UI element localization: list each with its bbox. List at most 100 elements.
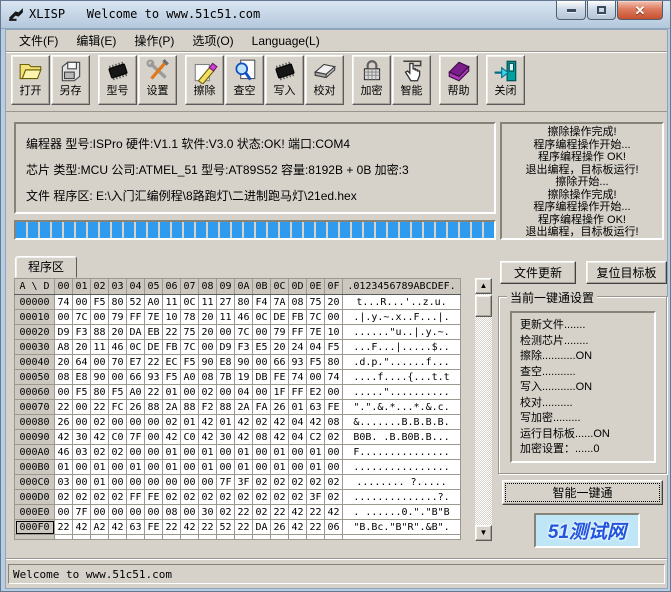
hex-cell[interactable]: 08 <box>199 370 217 385</box>
hex-cell[interactable]: 2A <box>163 400 181 415</box>
hex-cell[interactable]: 00 <box>109 415 127 430</box>
hex-cell[interactable]: 04 <box>289 415 307 430</box>
hex-cell[interactable]: 02 <box>253 490 271 505</box>
close-button[interactable]: ✕ <box>617 1 663 20</box>
hex-cell[interactable]: FA <box>253 400 271 415</box>
hex-cell[interactable]: EB <box>145 325 163 340</box>
hex-cell[interactable]: 01 <box>91 460 109 475</box>
hex-cell[interactable]: 01 <box>163 385 181 400</box>
hex-cell[interactable]: 08 <box>55 370 73 385</box>
menu-item-operate[interactable]: 操作(P) <box>125 29 183 52</box>
hex-cell[interactable]: 02 <box>109 445 127 460</box>
menu-item-file[interactable]: 文件(F) <box>10 29 67 52</box>
toolbar-button-help[interactable]: 帮助 <box>439 55 478 105</box>
hex-cell[interactable]: 42 <box>235 430 253 445</box>
hex-cell[interactable]: FF <box>127 310 145 325</box>
hex-cell[interactable]: 42 <box>199 430 217 445</box>
hex-cell[interactable]: 01 <box>181 415 199 430</box>
hex-cell[interactable]: 00 <box>55 385 73 400</box>
hex-cell[interactable]: DA <box>127 325 145 340</box>
address-cell[interactable]: 00010 <box>15 310 55 325</box>
hex-cell[interactable]: 00 <box>307 370 325 385</box>
hex-cell[interactable]: 00 <box>217 385 235 400</box>
hex-cell[interactable]: 42 <box>55 430 73 445</box>
hex-cell[interactable]: 01 <box>235 460 253 475</box>
hex-cell[interactable]: 93 <box>145 370 163 385</box>
hex-cell[interactable]: 20 <box>325 295 343 310</box>
hex-cell[interactable]: 00 <box>145 475 163 490</box>
file-update-button[interactable]: 文件更新 <box>500 261 576 284</box>
hex-cell[interactable]: F2 <box>199 400 217 415</box>
hex-cell[interactable]: 02 <box>253 415 271 430</box>
hex-cell[interactable]: E2 <box>307 385 325 400</box>
hex-cell[interactable]: 00 <box>127 445 145 460</box>
hex-cell[interactable]: 02 <box>91 445 109 460</box>
hex-cell[interactable]: F5 <box>181 355 199 370</box>
ascii-cell[interactable]: . ......0."."B"B <box>343 505 461 520</box>
hex-cell[interactable]: 30 <box>217 430 235 445</box>
hex-cell[interactable]: E8 <box>217 355 235 370</box>
hex-cell[interactable]: 00 <box>73 415 91 430</box>
scrollbar-thumb[interactable] <box>475 295 492 317</box>
hex-cell[interactable]: C0 <box>109 430 127 445</box>
toolbar-button-setup[interactable]: 设置 <box>138 55 177 105</box>
hex-cell[interactable]: 00 <box>127 415 145 430</box>
hex-cell[interactable]: A2 <box>91 520 109 535</box>
hex-cell[interactable]: 02 <box>325 475 343 490</box>
address-cell[interactable]: 00020 <box>15 325 55 340</box>
hex-cell[interactable]: 52 <box>217 520 235 535</box>
hex-cell[interactable]: 00 <box>109 505 127 520</box>
hex-cell[interactable]: 26 <box>55 415 73 430</box>
hex-cell[interactable]: 66 <box>271 355 289 370</box>
hex-cell[interactable]: 00 <box>289 460 307 475</box>
hex-cell[interactable]: FE <box>271 370 289 385</box>
hex-cell[interactable]: 02 <box>271 475 289 490</box>
hex-cell[interactable]: 00 <box>145 460 163 475</box>
hex-cell[interactable]: 00 <box>91 310 109 325</box>
hex-cell[interactable]: F5 <box>307 355 325 370</box>
hex-cell[interactable]: FE <box>145 490 163 505</box>
hex-cell[interactable]: 00 <box>181 505 199 520</box>
hex-cell[interactable]: 7C <box>235 325 253 340</box>
hex-cell[interactable]: 02 <box>253 505 271 520</box>
hex-cell[interactable]: 02 <box>271 490 289 505</box>
hex-cell[interactable]: 20 <box>73 340 91 355</box>
hex-cell[interactable]: 75 <box>181 325 199 340</box>
hex-cell[interactable]: 01 <box>235 445 253 460</box>
hex-cell[interactable]: 02 <box>217 490 235 505</box>
minimize-button[interactable] <box>556 1 586 20</box>
hex-cell[interactable]: 19 <box>235 370 253 385</box>
hex-cell[interactable]: DE <box>271 310 289 325</box>
hex-cell[interactable]: 00 <box>55 505 73 520</box>
hex-cell[interactable]: 01 <box>55 460 73 475</box>
hex-cell[interactable]: DB <box>253 370 271 385</box>
ascii-cell[interactable]: &.......B.B.B.B. <box>343 415 461 430</box>
hex-cell[interactable]: 02 <box>163 415 181 430</box>
hex-cell[interactable]: 22 <box>55 400 73 415</box>
hex-cell[interactable]: 00 <box>181 460 199 475</box>
hex-cell[interactable]: 75 <box>307 295 325 310</box>
hex-cell[interactable]: 00 <box>217 460 235 475</box>
toolbar-button-erase[interactable]: 擦除 <box>185 55 224 105</box>
hex-cell[interactable]: 00 <box>181 475 199 490</box>
hex-cell[interactable]: 01 <box>163 445 181 460</box>
hex-cell[interactable]: 80 <box>109 295 127 310</box>
hex-cell[interactable]: DA <box>253 520 271 535</box>
hex-cell[interactable]: 20 <box>55 355 73 370</box>
hex-cell[interactable]: 11 <box>199 295 217 310</box>
smart-one-key-button[interactable]: 智能一键通 <box>502 480 663 505</box>
hex-cell[interactable]: 93 <box>289 355 307 370</box>
hex-cell[interactable]: 00 <box>91 355 109 370</box>
hex-cell[interactable]: 04 <box>235 385 253 400</box>
hex-cell[interactable]: 00 <box>199 475 217 490</box>
hex-cell[interactable]: 04 <box>307 340 325 355</box>
hex-cell[interactable]: 01 <box>271 460 289 475</box>
hex-cell[interactable]: 63 <box>127 520 145 535</box>
hex-cell[interactable]: FF <box>289 385 307 400</box>
hex-cell[interactable]: 00 <box>199 340 217 355</box>
toolbar-button-model[interactable]: 型号 <box>98 55 137 105</box>
toolbar-button-open[interactable]: 打开 <box>11 55 50 105</box>
vertical-scrollbar[interactable]: ▲ ▼ <box>475 278 492 541</box>
hex-cell[interactable]: 20 <box>109 325 127 340</box>
hex-cell[interactable]: 88 <box>145 400 163 415</box>
